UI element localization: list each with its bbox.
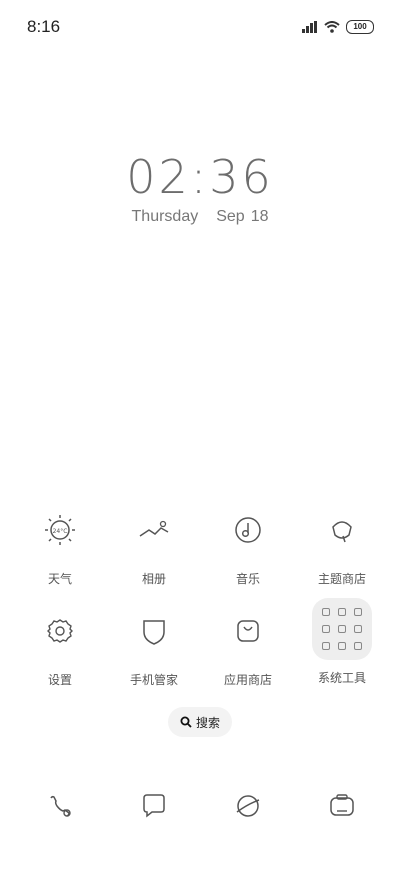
signal-icon <box>302 21 317 33</box>
status-time: 8:16 <box>27 17 61 36</box>
dock-messages[interactable] <box>124 782 184 830</box>
weather-sun-icon: 24°C <box>30 500 90 560</box>
folder-system-tools[interactable]: 系统工具 <box>294 598 390 686</box>
dock-browser[interactable] <box>218 782 278 830</box>
dock-camera[interactable] <box>312 782 372 830</box>
dock-phone[interactable] <box>30 782 90 830</box>
app-phone-manager[interactable]: 手机管家 <box>106 601 202 688</box>
battery-icon: 100 <box>346 20 374 34</box>
clock-weekday: Thursday <box>131 208 199 225</box>
camera-icon <box>330 794 354 816</box>
folder-icon <box>312 598 372 660</box>
app-store-bag-icon <box>218 601 278 661</box>
clock-time: 02:36 <box>126 150 274 204</box>
app-label: 天气 <box>47 572 72 586</box>
status-icons: 100 <box>302 20 374 34</box>
clock-date: Thursday Sep 18 <box>0 208 400 226</box>
shield-icon <box>124 601 184 661</box>
search-label: 搜索 <box>195 715 220 730</box>
app-label: 音乐 <box>235 572 260 586</box>
status-bar: 8:16 100 <box>0 0 400 56</box>
app-music[interactable]: 音乐 <box>200 500 296 587</box>
app-gallery[interactable]: 相册 <box>106 500 202 587</box>
app-theme-store[interactable]: 主题商店 <box>294 500 390 587</box>
gallery-icon <box>124 500 184 560</box>
gear-icon <box>30 601 90 661</box>
app-label: 设置 <box>47 673 72 687</box>
theme-store-icon <box>312 500 372 560</box>
messages-icon <box>143 794 165 818</box>
clock-month: Sep 18 <box>216 208 269 225</box>
clock-widget[interactable]: 02:36 Thursday Sep 18 <box>0 150 400 226</box>
phone-icon <box>50 795 71 817</box>
app-label: 主题商店 <box>317 572 366 586</box>
app-weather[interactable]: 24°C 天气 <box>12 500 108 587</box>
app-label: 相册 <box>141 572 166 586</box>
svg-text:24°C: 24°C <box>53 528 68 535</box>
app-label: 手机管家 <box>129 673 178 687</box>
app-label: 系统工具 <box>317 671 366 685</box>
app-settings[interactable]: 设置 <box>12 601 108 688</box>
search-button[interactable]: 搜索 <box>168 707 232 737</box>
browser-planet-icon <box>236 795 260 817</box>
music-icon <box>218 500 278 560</box>
search-icon <box>180 716 192 728</box>
app-label: 应用商店 <box>223 673 272 687</box>
app-app-store[interactable]: 应用商店 <box>200 601 296 688</box>
wifi-icon <box>324 21 340 33</box>
